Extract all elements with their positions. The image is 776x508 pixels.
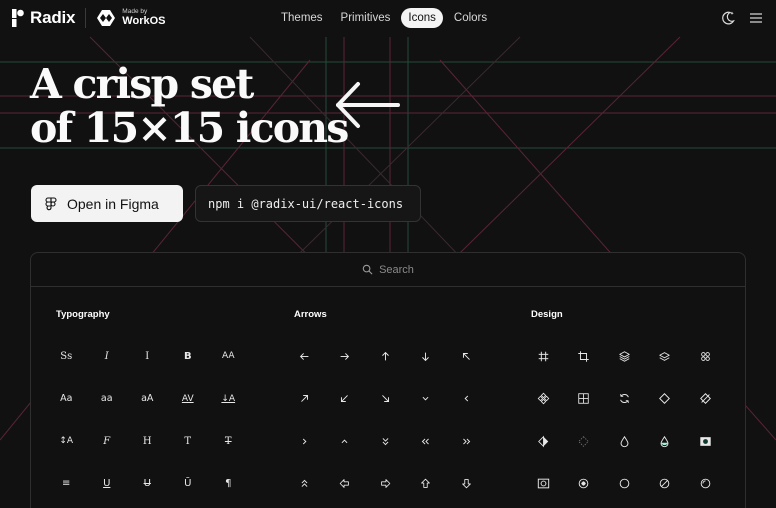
- component-none-icon[interactable]: [685, 378, 726, 421]
- arrow-bottom-right-icon[interactable]: [365, 378, 406, 421]
- font-family-icon[interactable]: F: [87, 420, 128, 463]
- thick-arrow-up-icon[interactable]: [406, 463, 447, 506]
- font-style-icon[interactable]: Ss: [46, 335, 87, 378]
- text-icon[interactable]: T: [168, 420, 209, 463]
- chevron-left-icon[interactable]: [446, 378, 487, 421]
- open-in-figma-label: Open in Figma: [67, 195, 159, 212]
- search-icon: [362, 264, 373, 275]
- shadow-icon[interactable]: [564, 463, 605, 506]
- category-typography: Typography: [56, 309, 276, 324]
- layers-icon[interactable]: [604, 335, 645, 378]
- brand-name: Radix: [30, 8, 76, 27]
- hero-title-line-1: A crisp set: [30, 60, 254, 108]
- chevron-up-icon[interactable]: [325, 420, 366, 463]
- stack-icon[interactable]: [645, 335, 686, 378]
- arrow-right-icon[interactable]: [325, 335, 366, 378]
- search-input[interactable]: Search: [31, 253, 745, 287]
- letter-case-toggle-icon[interactable]: aA: [127, 378, 168, 421]
- large-arrow-left-icon: [336, 82, 400, 128]
- strikethrough-icon[interactable]: U: [127, 463, 168, 506]
- font-bold-icon[interactable]: B: [168, 335, 209, 378]
- nav-primitives[interactable]: Primitives: [334, 8, 398, 28]
- italic-icon[interactable]: I: [127, 335, 168, 378]
- top-navigation-bar: Radix Made by WorkOS Themes Primitives I…: [0, 0, 776, 37]
- underline-icon[interactable]: U: [87, 463, 128, 506]
- category-title: Typography: [56, 309, 110, 320]
- radix-logo-icon: [12, 9, 24, 27]
- brand[interactable]: Radix Made by WorkOS: [12, 8, 166, 28]
- tokens-icon[interactable]: [685, 335, 726, 378]
- font-size-icon[interactable]: ↕A: [46, 420, 87, 463]
- design-icon-grid: [523, 335, 726, 505]
- mix-icon[interactable]: [523, 420, 564, 463]
- workos-logo-icon: [97, 10, 116, 26]
- mask-off-icon[interactable]: [523, 463, 564, 506]
- workos-badge[interactable]: Made by WorkOS: [96, 8, 166, 28]
- letter-case-capitalize-icon[interactable]: Aa: [46, 378, 87, 421]
- chevron-down-icon[interactable]: [406, 378, 447, 421]
- hero-title-line-2: of 15×15 icons: [30, 104, 349, 152]
- double-arrow-left-icon[interactable]: [406, 420, 447, 463]
- theme-toggle-icon[interactable]: [720, 10, 736, 26]
- crop-icon[interactable]: [564, 335, 605, 378]
- pilcrow-icon[interactable]: ¶: [208, 463, 249, 506]
- arrow-bottom-left-icon[interactable]: [325, 378, 366, 421]
- open-in-figma-button[interactable]: Open in Figma: [31, 185, 183, 222]
- figma-icon: [45, 196, 57, 210]
- opacity-icon[interactable]: [604, 420, 645, 463]
- hero-title: A crisp set of 15×15 icons: [30, 60, 349, 152]
- arrows-icon-grid: [284, 335, 487, 505]
- arrow-left-icon[interactable]: [284, 335, 325, 378]
- arrow-down-icon[interactable]: [406, 335, 447, 378]
- category-title: Arrows: [294, 309, 327, 320]
- overline-icon[interactable]: Ū: [168, 463, 209, 506]
- search-placeholder: Search: [379, 263, 414, 276]
- letter-case-uppercase-icon[interactable]: AA: [208, 335, 249, 378]
- circle-icon[interactable]: [604, 463, 645, 506]
- category-design: Design: [531, 309, 751, 324]
- letter-spacing-icon[interactable]: AV: [168, 378, 209, 421]
- menu-icon[interactable]: [748, 10, 764, 26]
- nav-icons[interactable]: Icons: [401, 8, 443, 28]
- install-command[interactable]: npm i @radix-ui/react-icons: [195, 185, 421, 222]
- arrow-top-left-icon[interactable]: [446, 335, 487, 378]
- typography-icon-grid: Ss I I B AA Aa aa aA AV ↓A ↕A F H T T ≡ …: [46, 335, 249, 505]
- icon-browser-panel: Search Typography Ss I I B AA Aa aa aA A…: [30, 252, 746, 508]
- chevron-right-icon[interactable]: [284, 420, 325, 463]
- brand-divider: [85, 8, 87, 28]
- double-arrow-right-icon[interactable]: [446, 420, 487, 463]
- mask-on-icon[interactable]: [685, 420, 726, 463]
- table-icon[interactable]: [564, 378, 605, 421]
- component-2-icon[interactable]: [645, 378, 686, 421]
- thick-arrow-right-icon[interactable]: [365, 463, 406, 506]
- font-italic-icon[interactable]: I: [87, 335, 128, 378]
- arrow-top-right-icon[interactable]: [284, 378, 325, 421]
- align-baseline-icon[interactable]: ↓A: [208, 378, 249, 421]
- main-nav: Themes Primitives Icons Colors: [274, 8, 498, 28]
- shadow-none-icon[interactable]: [645, 463, 686, 506]
- transparency-grid-icon[interactable]: [564, 420, 605, 463]
- thick-arrow-left-icon[interactable]: [325, 463, 366, 506]
- line-height-icon[interactable]: ≡: [46, 463, 87, 506]
- thick-arrow-down-icon[interactable]: [446, 463, 487, 506]
- workos-name: WorkOS: [122, 15, 166, 28]
- text-none-icon[interactable]: T: [208, 420, 249, 463]
- double-arrow-down-icon[interactable]: [365, 420, 406, 463]
- half-icon[interactable]: [685, 463, 726, 506]
- double-arrow-up-icon[interactable]: [284, 463, 325, 506]
- component-1-icon[interactable]: [523, 378, 564, 421]
- header-tools: [708, 10, 764, 26]
- category-arrows: Arrows: [294, 309, 514, 324]
- nav-colors[interactable]: Colors: [447, 8, 494, 28]
- arrow-up-icon[interactable]: [365, 335, 406, 378]
- nav-themes[interactable]: Themes: [274, 8, 330, 28]
- category-title: Design: [531, 309, 563, 320]
- frame-icon[interactable]: [523, 335, 564, 378]
- drop-icon[interactable]: [645, 420, 686, 463]
- font-roman-icon[interactable]: H: [127, 420, 168, 463]
- letter-case-lowercase-icon[interactable]: aa: [87, 378, 128, 421]
- update-icon[interactable]: [604, 378, 645, 421]
